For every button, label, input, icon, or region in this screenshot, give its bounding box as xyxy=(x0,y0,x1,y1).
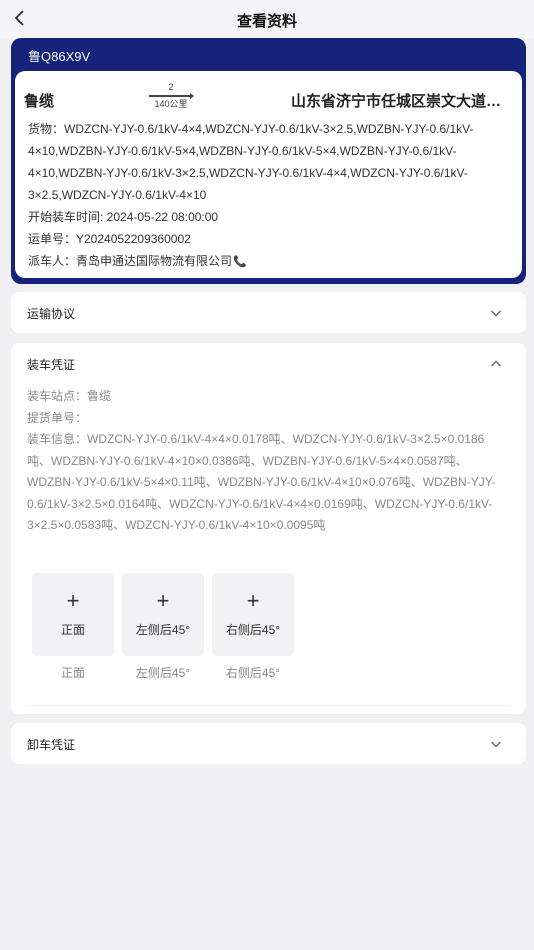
route-arrow: 2 140公里 xyxy=(149,82,194,109)
chevron-down-icon[interactable] xyxy=(490,738,502,750)
divider xyxy=(27,705,510,706)
page-title: 查看资料 xyxy=(236,13,297,30)
route-destination: 山东省济宁市任城区崇文大道南侧 xyxy=(291,93,513,110)
unloading-voucher-panel[interactable]: 卸车凭证 xyxy=(11,723,526,764)
loading-details: 装车站点：鲁缆 提货单号： 装车信息：WDZCN-YJY-0.6/1kV-4×4… xyxy=(27,386,499,537)
vehicle-card-body: 鲁缆 2 140公里 山东省济宁市任城区崇文大道南侧 货物：WDZCN-YJY-… xyxy=(15,71,522,278)
loading-station: 装车站点：鲁缆 xyxy=(27,389,112,403)
plus-icon: + xyxy=(66,588,80,613)
route-arrow-icon xyxy=(149,93,194,99)
dispatcher-text: 派车人：青岛申通达国际物流有限公司 xyxy=(28,254,233,268)
cargo-text: 货物：WDZCN-YJY-0.6/1kV-4×4,WDZCN-YJY-0.6/1… xyxy=(28,122,474,202)
transport-agreement-title: 运输协议 xyxy=(27,307,76,321)
plus-icon: + xyxy=(246,588,260,613)
upload-tile-label: 正面 xyxy=(60,623,85,637)
photo-caption: 正面 xyxy=(60,666,85,680)
transport-agreement-panel[interactable]: 运输协议 xyxy=(11,292,526,333)
photo-caption: 左侧后45° xyxy=(135,666,191,680)
start-time: 开始装车时间: 2024-05-22 08:00:00 xyxy=(28,210,219,224)
plus-icon: + xyxy=(156,588,170,613)
route-distance: 140公里 xyxy=(154,99,188,109)
loading-voucher-panel: 装车凭证 装车站点：鲁缆 提货单号： 装车信息：WDZCN-YJY-0.6/1k… xyxy=(11,343,526,714)
phone-icon[interactable]: 📞 xyxy=(233,256,247,268)
upload-tile-label: 左侧后45° xyxy=(135,623,191,637)
upload-front-photo[interactable]: + 正面 xyxy=(32,573,114,656)
loading-info: 装车信息：WDZCN-YJY-0.6/1kV-4×4×0.0178吨、WDZCN… xyxy=(27,432,496,532)
waybill-number: 运单号：Y2024052209360002 xyxy=(28,232,191,246)
chevron-up-icon[interactable] xyxy=(490,358,502,370)
pickup-number: 提货单号： xyxy=(27,410,88,425)
upload-right-rear-photo[interactable]: + 右侧后45° xyxy=(212,573,294,656)
route-origin: 鲁缆 xyxy=(24,93,55,110)
photo-caption: 右侧后45° xyxy=(225,666,281,680)
unloading-voucher-title: 卸车凭证 xyxy=(27,738,76,752)
nav-bar: 查看资料 xyxy=(0,0,534,38)
plate-number: 鲁Q86X9V xyxy=(28,49,91,64)
chevron-down-icon[interactable] xyxy=(490,307,502,319)
upload-left-rear-photo[interactable]: + 左侧后45° xyxy=(122,573,204,656)
route-count: 2 xyxy=(168,82,174,92)
vehicle-card: 鲁Q86X9V 鲁缆 2 140公里 山东省济宁市任城区崇文大道南侧 货物：WD… xyxy=(11,38,526,284)
upload-tile-label: 右侧后45° xyxy=(225,623,281,637)
vehicle-info: 货物：WDZCN-YJY-0.6/1kV-4×4,WDZCN-YJY-0.6/1… xyxy=(28,118,510,273)
dispatcher-row: 派车人：青岛申通达国际物流有限公司📞 xyxy=(28,250,510,273)
loading-voucher-title: 装车凭证 xyxy=(27,358,76,372)
